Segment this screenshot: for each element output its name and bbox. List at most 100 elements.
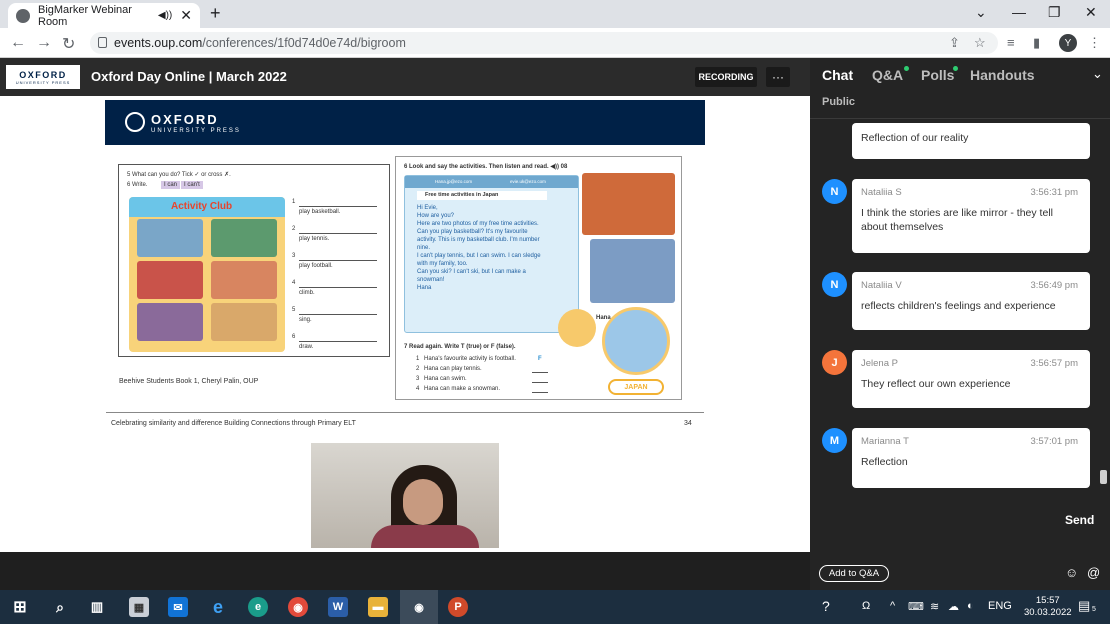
tf-item-1: Hana's favourite activity is football. — [424, 356, 516, 362]
wifi-icon[interactable]: ≋ — [930, 600, 939, 613]
presenter-video[interactable] — [311, 443, 499, 548]
chat-message-text: Reflection of our reality — [861, 132, 969, 144]
photo-basketball-club — [582, 173, 675, 235]
item-4-text: climb. — [299, 290, 315, 296]
tab-qa[interactable]: Q&A — [872, 67, 903, 83]
public-chat-tab[interactable]: Public — [822, 96, 855, 108]
address-bar[interactable]: events.oup.com /conferences/1f0d74d0e74d… — [90, 32, 998, 54]
site-favicon-icon — [16, 8, 30, 23]
forward-button[interactable]: → — [36, 34, 52, 52]
polls-notification-dot — [953, 66, 958, 71]
chat-message: Nataliia V 3:56:49 pm reflects children'… — [852, 272, 1090, 330]
more-options-button[interactable]: ··· — [766, 67, 790, 87]
browser-tab[interactable]: BigMarker Webinar Room ◀)) ✕ — [8, 3, 200, 28]
tf-item-3: Hana can swim. — [424, 376, 467, 382]
tab-search-icon[interactable]: ⌄ — [975, 4, 987, 21]
chat-avatar: N — [822, 179, 847, 204]
chat-timestamp: 3:56:31 pm — [1030, 187, 1078, 198]
side-panel-icon[interactable]: ▮ — [1033, 35, 1040, 51]
chat-message: Reflection of our reality — [852, 123, 1090, 159]
browser-menu-icon[interactable]: ⋮ — [1088, 35, 1101, 51]
powerpoint-icon[interactable]: P — [448, 597, 468, 617]
tf-item-4: Hana can make a snowman. — [424, 386, 501, 392]
url-path: /conferences/1f0d74d0e74d/bigroom — [202, 36, 406, 50]
mail-icon[interactable]: ✉ — [168, 597, 188, 617]
japan-badge: JAPAN — [608, 379, 664, 395]
chat-message-text: I think the stories are like mirror - th… — [861, 207, 1053, 233]
task-view-icon[interactable]: ▥ — [87, 597, 107, 617]
tf-answer-1: F — [538, 356, 542, 362]
tab-chat[interactable]: Chat — [822, 67, 853, 83]
chat-message: Marianna T 3:57:01 pm Reflection — [852, 428, 1090, 488]
webinar-header: OXFORD UNIVERSITY PRESS Oxford Day Onlin… — [0, 58, 810, 96]
qa-notification-dot — [904, 66, 909, 71]
chrome-icon[interactable]: ◉ — [288, 597, 308, 617]
mount-fuji-photo — [602, 307, 670, 375]
slide-footer-divider — [106, 412, 704, 413]
send-button[interactable]: Send — [1065, 513, 1094, 527]
edge-icon[interactable]: e — [248, 597, 268, 617]
item-5-text: sing. — [299, 317, 312, 323]
search-icon[interactable]: ⌕ — [50, 597, 70, 617]
share-icon[interactable]: ⇪ — [949, 35, 960, 51]
book-caption: Beehive Students Book 1, Cheryl Palin, O… — [119, 378, 259, 385]
tab-title: BigMarker Webinar Room — [38, 3, 132, 28]
back-button[interactable]: ← — [10, 34, 26, 52]
add-to-qa-button[interactable]: Add to Q&A — [819, 565, 889, 582]
help-icon[interactable]: ? — [822, 598, 830, 614]
new-tab-button[interactable]: + — [210, 3, 221, 24]
chat-scrollbar[interactable] — [1098, 128, 1108, 498]
close-tab-icon[interactable]: ✕ — [180, 7, 192, 24]
bookmark-star-icon[interactable]: ☆ — [974, 35, 986, 51]
oxford-logo: OXFORD UNIVERSITY PRESS — [6, 65, 80, 89]
tab-handouts[interactable]: Handouts — [970, 67, 1035, 83]
profile-avatar[interactable]: Y — [1059, 34, 1077, 52]
exercise-6-right-label: 6 Look and say the activities. Then list… — [404, 164, 568, 170]
maximize-button[interactable]: ❐ — [1048, 4, 1061, 21]
mention-icon[interactable]: @ — [1087, 565, 1100, 580]
banner-title: OXFORD — [151, 112, 219, 127]
chat-scrollbar-thumb[interactable] — [1100, 470, 1107, 484]
speaker-icon[interactable]: ◀)) — [158, 10, 172, 21]
email-to: evie.uk@ezo.com — [510, 179, 546, 184]
activity-club-title: Activity Club — [171, 201, 233, 212]
book-page-left: 5 What can you do? Tick ✓ or cross ✗. 6 … — [118, 164, 390, 357]
input-language[interactable]: ENG — [988, 600, 1012, 612]
notifications-icon[interactable]: ▤ — [1078, 598, 1090, 614]
chat-timestamp: 3:56:57 pm — [1030, 358, 1078, 369]
stage-footer — [0, 552, 810, 590]
file-explorer-icon[interactable]: ▬ — [368, 597, 388, 617]
emoji-icon[interactable]: ☺ — [1065, 565, 1078, 580]
photo-football — [137, 261, 203, 299]
internet-explorer-icon[interactable]: e — [208, 597, 228, 617]
windows-start-icon[interactable]: ⊞ — [10, 597, 30, 617]
tab-polls[interactable]: Polls — [921, 67, 954, 83]
email-body: Hi Evie, How are you? Here are two photo… — [417, 205, 541, 291]
close-window-button[interactable]: ✕ — [1085, 4, 1097, 21]
word-icon[interactable]: W — [328, 597, 348, 617]
email-window: Hana.jp@ezo.com evie.uk@ezo.com Free tim… — [404, 175, 579, 333]
volume-icon[interactable]: ◐ — [967, 600, 974, 612]
tray-expand-icon[interactable]: ^ — [890, 600, 895, 612]
url-host: events.oup.com — [114, 36, 203, 50]
cloud-icon[interactable]: ☁ — [948, 600, 959, 613]
store-icon[interactable]: ▦ — [129, 597, 149, 617]
chat-panel-collapse-icon[interactable]: ⌄ — [1092, 66, 1103, 82]
photo-basketball — [137, 219, 203, 257]
minimize-button[interactable]: — — [1012, 4, 1026, 20]
banner-subtitle: UNIVERSITY PRESS — [151, 128, 241, 134]
system-clock[interactable]: 15:57 30.03.2022 — [1024, 595, 1072, 619]
recording-badge[interactable]: RECORDING — [695, 67, 757, 87]
reload-button[interactable]: ↻ — [62, 34, 75, 54]
keyboard-icon[interactable]: ⌨ — [908, 600, 924, 613]
chip-i-cant: I can't — [181, 181, 203, 189]
windows-taskbar: ⊞ ⌕ ▥ ▦ ✉ e e ◉ W ▬ ◉ P ? Ω ^ ⌨ ≋ ☁ ◐ EN… — [0, 590, 1110, 624]
chrome-active-icon[interactable]: ◉ — [400, 590, 438, 624]
tf-item-2: Hana can play tennis. — [424, 366, 482, 372]
chat-avatar: J — [822, 350, 847, 375]
event-title: Oxford Day Online | March 2022 — [91, 69, 287, 84]
reading-list-icon[interactable]: ≡ — [1007, 35, 1015, 50]
chat-avatar: N — [822, 272, 847, 297]
oxford-crest-icon — [125, 112, 145, 132]
people-icon[interactable]: Ω — [862, 600, 870, 612]
